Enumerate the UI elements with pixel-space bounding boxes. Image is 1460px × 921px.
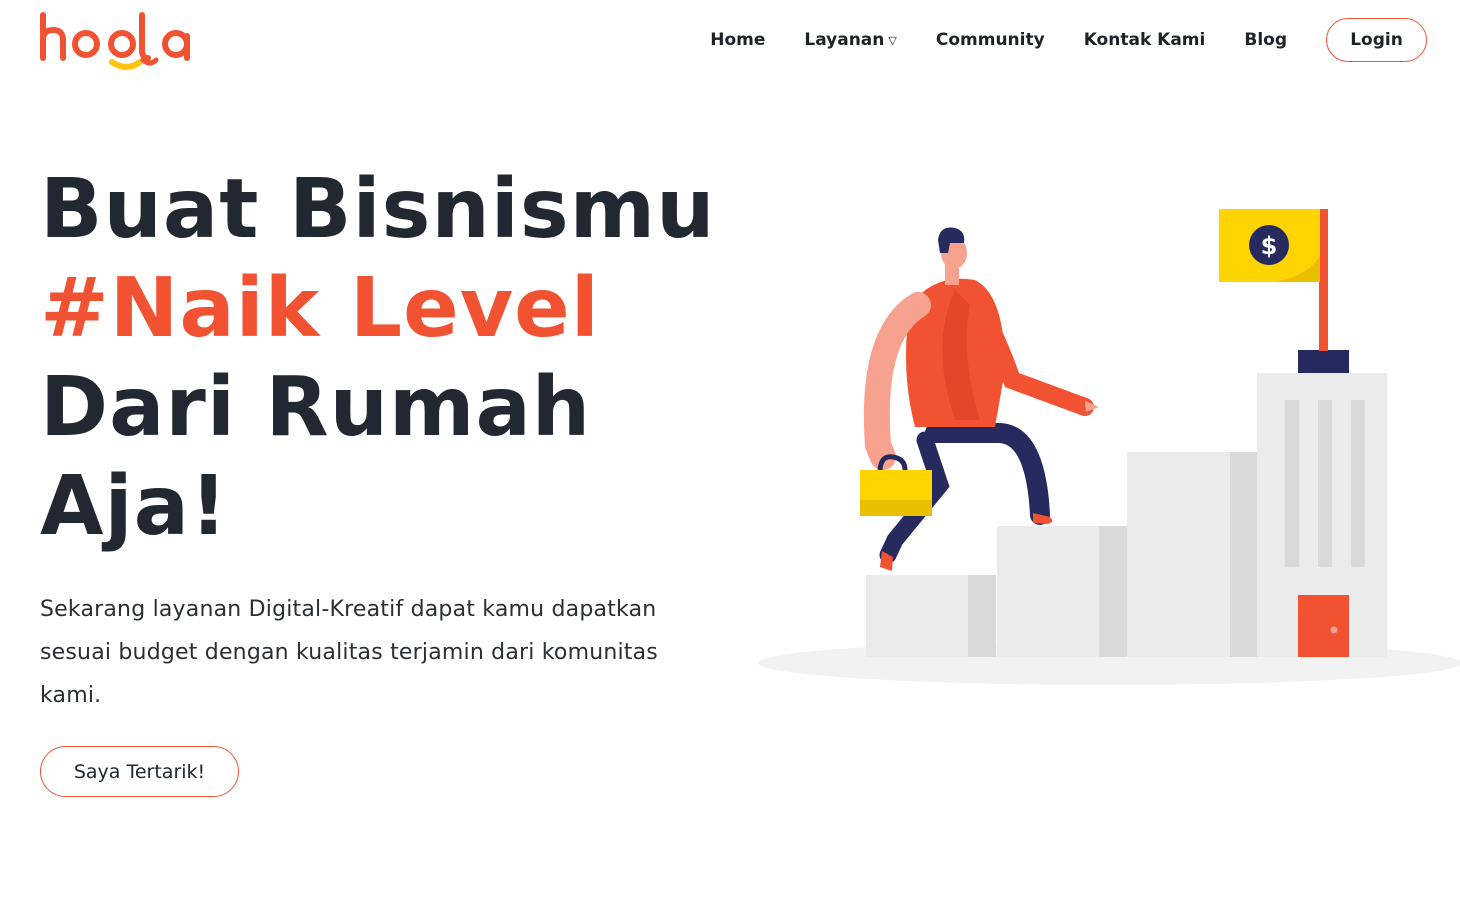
- cta-button-label: Saya Tertarik!: [73, 760, 206, 783]
- hero-title-line-3: Dari Rumah: [40, 360, 592, 455]
- nav-layanan[interactable]: Layanan ▽: [804, 30, 896, 50]
- nav-home[interactable]: Home: [710, 30, 765, 50]
- growth-stairs-illustration: $: [750, 195, 1460, 695]
- illustration-svg: $: [758, 209, 1460, 685]
- nav-community[interactable]: Community: [936, 30, 1045, 50]
- person-front-leg: [925, 423, 1050, 525]
- hoola-logo[interactable]: [38, 10, 210, 74]
- logo-mark: [40, 12, 190, 70]
- hero-title: Buat Bisnismu #Naik Level Dari Rumah Aja…: [40, 160, 730, 556]
- saya-tertarik-button[interactable]: Saya Tertarik!: [40, 746, 239, 797]
- hero-title-line-4: Aja!: [40, 459, 229, 554]
- stair-step-3-side: [1230, 452, 1258, 657]
- stair-step-2-side: [1099, 526, 1127, 657]
- hero-title-line-1: Buat Bisnismu: [40, 162, 716, 257]
- main-navigation: Home Layanan ▽ Community Kontak Kami Blo…: [710, 17, 1427, 63]
- login-button-label: Login: [1350, 30, 1403, 50]
- flag-pole: [1319, 209, 1328, 351]
- chevron-down-icon: ▽: [888, 33, 897, 47]
- building-window-3: [1351, 400, 1365, 567]
- door-knob: [1330, 626, 1338, 634]
- login-button[interactable]: Login: [1326, 18, 1427, 62]
- building-door: [1298, 595, 1349, 657]
- briefcase-shade: [860, 500, 932, 516]
- dollar-symbol: $: [1261, 232, 1278, 260]
- building-window-1: [1285, 400, 1299, 567]
- nav-kontak-kami[interactable]: Kontak Kami: [1084, 30, 1206, 50]
- stair-step-1-side: [968, 575, 996, 657]
- hero-title-line-2: #Naik Level: [40, 261, 600, 356]
- nav-blog[interactable]: Blog: [1244, 30, 1287, 50]
- hero-description: Sekarang layanan Digital-Kreatif dapat k…: [40, 597, 658, 708]
- nav-layanan-label: Layanan: [804, 30, 885, 50]
- building-window-2: [1318, 400, 1332, 567]
- nav-blog-label: Blog: [1244, 30, 1287, 50]
- nav-kontak-kami-label: Kontak Kami: [1083, 30, 1206, 50]
- nav-community-label: Community: [935, 30, 1045, 50]
- building-roof-cap: [1298, 350, 1349, 373]
- nav-home-label: Home: [710, 30, 766, 50]
